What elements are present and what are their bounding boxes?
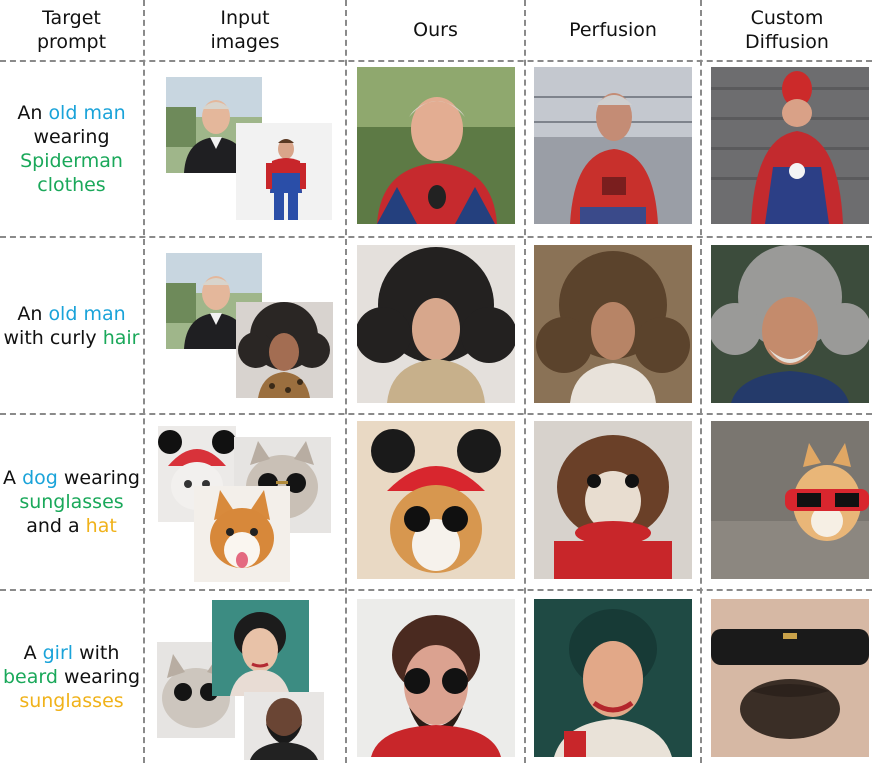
prompt-row-1: An old man wearing Spiderman clothes bbox=[0, 62, 143, 236]
prompt-segment-plain: wearing bbox=[57, 666, 141, 688]
prompt-segment-extra: sunglasses bbox=[19, 690, 124, 712]
prompt-segment-plain: wearing bbox=[33, 126, 110, 148]
header-perfusion: Perfusion bbox=[569, 19, 657, 41]
comparison-figure: Target prompt Input images Ours Perfusio… bbox=[0, 0, 872, 763]
prompt-segment-plain: A bbox=[23, 642, 43, 664]
prompt-segment-plain: with bbox=[73, 642, 120, 664]
prompt-row-4: A girl with beard wearing sunglasses bbox=[0, 591, 143, 763]
prompt-segment-plain: An bbox=[17, 102, 49, 124]
header-custom-diffusion: Custom Diffusion bbox=[745, 7, 829, 53]
custom-diffusion-output-row-1 bbox=[711, 67, 869, 224]
prompt-segment-attr: beard bbox=[2, 666, 58, 688]
input-image-audrey bbox=[212, 600, 309, 696]
prompt-segment-plain: An bbox=[17, 302, 49, 325]
prompt-segment-attr: sunglasses bbox=[19, 491, 124, 513]
column-divider bbox=[143, 0, 145, 763]
ours-output-row-3 bbox=[357, 421, 515, 579]
prompt-segment-subj: old man bbox=[48, 302, 126, 325]
prompt-segment-attr: hair bbox=[102, 326, 140, 349]
perfusion-output-row-3 bbox=[534, 421, 692, 579]
perfusion-output-row-2 bbox=[534, 245, 692, 403]
custom-diffusion-output-row-2 bbox=[711, 245, 869, 403]
ours-output-row-1 bbox=[357, 67, 515, 224]
input-image-spiderman bbox=[236, 123, 332, 220]
custom-diffusion-output-row-3 bbox=[711, 421, 869, 579]
prompt-row-2: An old man with curly hair bbox=[0, 238, 143, 413]
input-image-corgi bbox=[194, 486, 290, 582]
input-image-curly-hair-woman bbox=[236, 302, 333, 398]
prompt-segment-extra: hat bbox=[85, 515, 117, 537]
prompt-row-3: A dog wearing sunglasses and a hat bbox=[0, 415, 143, 589]
ours-output-row-4 bbox=[357, 599, 515, 757]
prompt-segment-plain: with curly bbox=[3, 326, 103, 349]
prompt-segment-subj: dog bbox=[22, 467, 58, 489]
prompt-segment-plain: and a bbox=[26, 515, 86, 537]
header-target-prompt: Target prompt bbox=[36, 7, 107, 53]
prompt-segment-subj: old man bbox=[48, 102, 126, 124]
prompt-segment-plain: wearing bbox=[57, 467, 140, 489]
column-divider bbox=[345, 0, 347, 763]
header-ours: Ours bbox=[413, 19, 458, 41]
header-input-images: Input images bbox=[210, 7, 280, 53]
prompt-segment-subj: girl bbox=[42, 642, 74, 664]
ours-output-row-2 bbox=[357, 245, 515, 403]
column-divider bbox=[524, 0, 526, 763]
column-divider bbox=[700, 0, 702, 763]
custom-diffusion-output-row-4 bbox=[711, 599, 869, 757]
perfusion-output-row-1 bbox=[534, 67, 692, 224]
prompt-segment-plain: A bbox=[3, 467, 23, 489]
input-image-bearded-man bbox=[244, 692, 324, 760]
prompt-segment-attr: Spiderman clothes bbox=[20, 150, 123, 196]
perfusion-output-row-4 bbox=[534, 599, 692, 757]
